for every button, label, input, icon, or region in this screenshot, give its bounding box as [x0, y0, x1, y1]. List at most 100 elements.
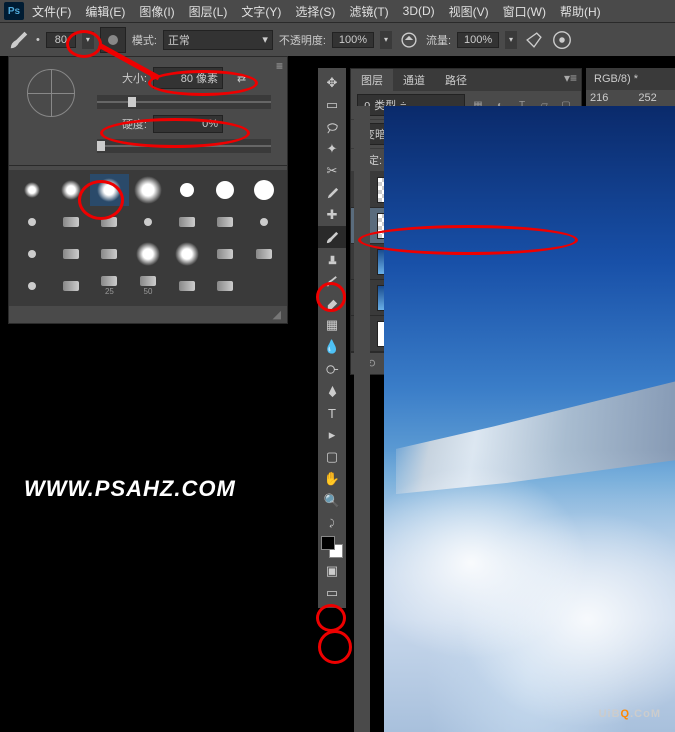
menu-layer[interactable]: 图层(L)	[183, 1, 234, 22]
brush-preset[interactable]	[129, 206, 168, 238]
brush-tool[interactable]	[318, 226, 346, 248]
resize-grip-icon[interactable]: ◢	[273, 309, 281, 321]
brush-preset[interactable]	[244, 238, 283, 270]
flow-dropdown[interactable]: ▾	[505, 31, 517, 49]
crop-tool[interactable]: ✂	[318, 160, 346, 182]
eyedropper-tool[interactable]	[318, 182, 346, 204]
menu-bar: Ps 文件(F) 编辑(E) 图像(I) 图层(L) 文字(Y) 选择(S) 滤…	[0, 0, 675, 22]
brush-preset[interactable]	[167, 238, 206, 270]
pressure-opacity-icon[interactable]	[398, 29, 420, 51]
eraser-tool[interactable]	[318, 292, 346, 314]
brush-preset-selected[interactable]	[90, 174, 129, 206]
brush-preset[interactable]	[206, 238, 245, 270]
quickmask-tool[interactable]: ▣	[318, 560, 346, 582]
brush-preset[interactable]	[129, 174, 168, 206]
hardness-slider[interactable]	[97, 139, 271, 153]
wand-tool[interactable]: ✦	[318, 138, 346, 160]
zoom-tool[interactable]: 🔍	[318, 490, 346, 512]
color-swatches[interactable]	[321, 536, 343, 558]
brush-preset[interactable]: 50	[129, 270, 168, 302]
brush-preset[interactable]	[90, 206, 129, 238]
marquee-tool[interactable]: ▭	[318, 94, 346, 116]
menu-edit[interactable]: 编辑(E)	[79, 1, 131, 22]
brush-preset[interactable]	[206, 174, 245, 206]
panel-menu-icon[interactable]: ≡	[276, 59, 283, 73]
brush-preset[interactable]	[13, 238, 52, 270]
flow-field[interactable]: 100%	[457, 32, 499, 48]
brush-preset[interactable]	[52, 206, 91, 238]
pen-tool[interactable]	[318, 380, 346, 402]
brush-preset[interactable]	[13, 206, 52, 238]
brush-preset[interactable]	[167, 174, 206, 206]
brush-preset-panel: ≡ 大小: 80 像素 ⇄ 硬度: 0%	[8, 56, 288, 324]
menu-3d[interactable]: 3D(D)	[397, 2, 441, 20]
brush-preset-grid: 25 50	[9, 170, 287, 306]
hardness-input[interactable]: 0%	[153, 115, 223, 133]
brush-preset[interactable]	[244, 174, 283, 206]
brush-size-input[interactable]: 80 像素	[153, 67, 223, 89]
url-overlay-text: WWW.PSAHZ.COM	[24, 476, 236, 502]
brush-preset[interactable]	[206, 270, 245, 302]
annotation-circle	[318, 630, 352, 664]
brush-size-field[interactable]: 80	[46, 32, 76, 48]
menu-select[interactable]: 选择(S)	[289, 1, 341, 22]
menu-filter[interactable]: 滤镜(T)	[343, 1, 394, 22]
gradient-tool[interactable]: ▦	[318, 314, 346, 336]
brush-preset[interactable]	[129, 238, 168, 270]
heal-tool[interactable]: ✚	[318, 204, 346, 226]
flow-label: 流量:	[426, 32, 451, 48]
layers-panel-menu-icon[interactable]: ▾≡	[564, 71, 577, 85]
type-tool[interactable]: T	[318, 402, 346, 424]
brush-angle-widget[interactable]	[27, 69, 75, 117]
menu-type[interactable]: 文字(Y)	[235, 1, 287, 22]
menu-help[interactable]: 帮助(H)	[554, 1, 607, 22]
brush-preset[interactable]	[244, 270, 283, 302]
dot-icon: •	[36, 34, 40, 46]
canvas-image[interactable]: UiBQ.CoM	[384, 106, 675, 732]
document-tab[interactable]: RGB/8) *	[586, 68, 675, 90]
hand-tool[interactable]: ✋	[318, 468, 346, 490]
brush-preset[interactable]	[52, 238, 91, 270]
brush-picker-dropdown[interactable]: ▾	[82, 31, 94, 49]
menu-file[interactable]: 文件(F)	[26, 1, 77, 22]
move-tool[interactable]: ✥	[318, 72, 346, 94]
dodge-tool[interactable]	[318, 358, 346, 380]
flip-x-icon[interactable]: ⇄	[237, 72, 246, 85]
screenmode-tool[interactable]: ▭	[318, 582, 346, 604]
blur-tool[interactable]: 💧	[318, 336, 346, 358]
shape-tool[interactable]: ▢	[318, 446, 346, 468]
menu-window[interactable]: 窗口(W)	[497, 1, 552, 22]
brush-preset[interactable]	[90, 238, 129, 270]
menu-image[interactable]: 图像(I)	[133, 1, 180, 22]
hardness-label: 硬度:	[97, 116, 147, 132]
brush-preview-thumb[interactable]	[100, 27, 126, 53]
brush-preset[interactable]	[244, 206, 283, 238]
options-bar: • 80 ▾ 模式: 正常▾ 不透明度: 100% ▾ 流量: 100% ▾	[0, 22, 675, 56]
airbrush-icon[interactable]	[523, 29, 545, 51]
brush-preset[interactable]	[167, 206, 206, 238]
brush-preset[interactable]: 25	[90, 270, 129, 302]
lasso-tool[interactable]	[318, 116, 346, 138]
pressure-size-icon[interactable]	[551, 29, 573, 51]
canvas-area: UiBQ.CoM	[354, 106, 675, 732]
stamp-tool[interactable]	[318, 248, 346, 270]
size-slider[interactable]	[97, 95, 271, 109]
blend-mode-select[interactable]: 正常▾	[163, 30, 273, 50]
path-select-tool[interactable]: ▸	[318, 424, 346, 446]
history-brush-tool[interactable]	[318, 270, 346, 292]
tab-channels[interactable]: 通道	[393, 69, 435, 91]
opacity-dropdown[interactable]: ▾	[380, 31, 392, 49]
tab-layers[interactable]: 图层	[351, 69, 393, 91]
swap-colors-icon[interactable]: ⤸	[318, 512, 346, 534]
brush-preset[interactable]	[13, 270, 52, 302]
brush-preset[interactable]	[52, 174, 91, 206]
brush-preset[interactable]	[13, 174, 52, 206]
opacity-field[interactable]: 100%	[332, 32, 374, 48]
app-logo: Ps	[4, 2, 24, 20]
brush-preset[interactable]	[206, 206, 245, 238]
brush-preset[interactable]	[167, 270, 206, 302]
brush-preset[interactable]	[52, 270, 91, 302]
foreground-color[interactable]	[321, 536, 335, 550]
menu-view[interactable]: 视图(V)	[443, 1, 495, 22]
tab-paths[interactable]: 路径	[435, 69, 477, 91]
